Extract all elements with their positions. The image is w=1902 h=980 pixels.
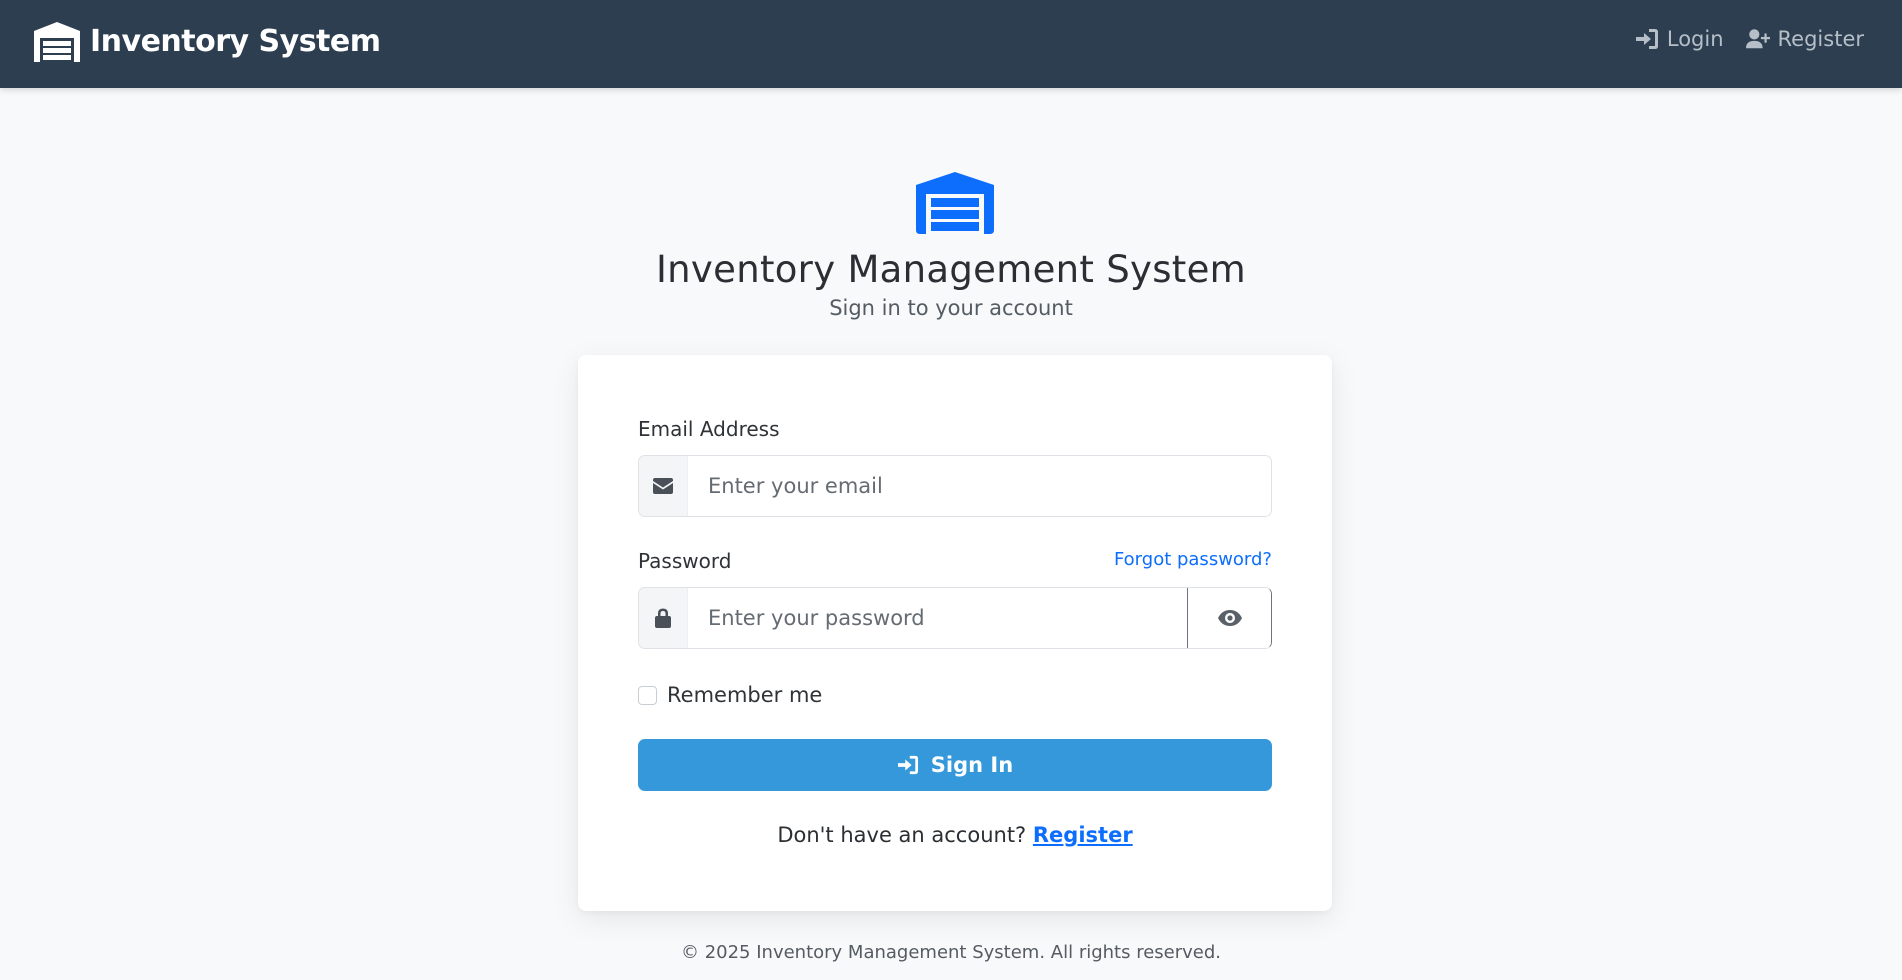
lock-icon xyxy=(655,608,671,628)
footer-copyright: © 2025 Inventory Management System. All … xyxy=(680,942,1222,963)
nav-links: Login Register xyxy=(1635,27,1864,51)
brand-name: Inventory System xyxy=(90,24,381,59)
sign-in-icon xyxy=(1635,29,1658,49)
register-link[interactable]: Register xyxy=(1033,823,1133,847)
login-card: Email Address Password Forgot password? xyxy=(578,355,1332,911)
password-addon xyxy=(639,588,688,648)
forgot-password-link[interactable]: Forgot password? xyxy=(1114,549,1272,570)
nav-login-link[interactable]: Login xyxy=(1635,27,1724,51)
warehouse-icon xyxy=(916,172,994,234)
email-label: Email Address xyxy=(638,417,780,441)
sign-in-icon xyxy=(897,755,918,775)
sign-in-button[interactable]: Sign In xyxy=(638,739,1272,791)
nav-login-label: Login xyxy=(1666,27,1724,51)
page-subtitle: Sign in to your account xyxy=(829,296,1073,320)
nav-register-label: Register xyxy=(1777,27,1864,51)
email-input[interactable] xyxy=(688,456,1271,516)
register-prompt: Don't have an account? Register xyxy=(578,823,1332,847)
top-navbar: Inventory System Login Register xyxy=(0,0,1902,88)
remember-me-label: Remember me xyxy=(667,683,823,707)
password-input-group xyxy=(638,587,1272,649)
nav-register-link[interactable]: Register xyxy=(1745,27,1864,51)
page-title: Inventory Management System xyxy=(655,248,1247,291)
password-input[interactable] xyxy=(688,588,1187,648)
brand-link[interactable]: Inventory System xyxy=(34,22,381,62)
eye-icon xyxy=(1217,610,1242,626)
remember-me-row: Remember me xyxy=(638,683,822,707)
toggle-password-button[interactable] xyxy=(1187,588,1271,648)
no-account-text: Don't have an account? xyxy=(777,823,1033,847)
sign-in-label: Sign In xyxy=(930,753,1014,777)
remember-me-checkbox[interactable] xyxy=(638,685,657,705)
password-label: Password xyxy=(638,549,732,573)
warehouse-icon xyxy=(34,22,80,62)
envelope-icon xyxy=(653,478,673,494)
email-input-group xyxy=(638,455,1272,517)
user-plus-icon xyxy=(1745,29,1770,49)
email-addon xyxy=(639,456,688,516)
